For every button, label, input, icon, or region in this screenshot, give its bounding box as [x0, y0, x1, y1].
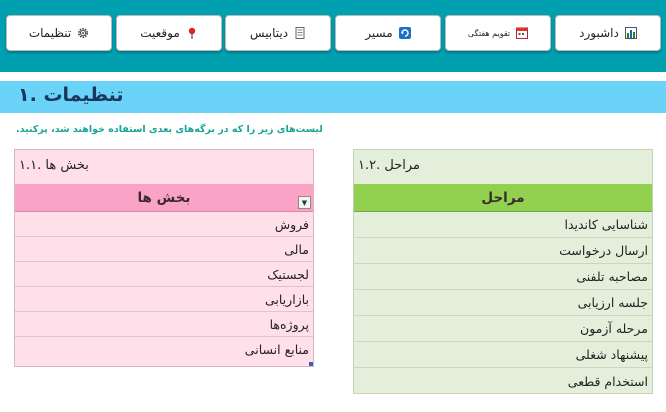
table-row[interactable]: مالی [15, 237, 313, 262]
dashboard-button[interactable]: داشبورد [555, 15, 661, 51]
departments-panel: بخش ها .۱.۱ بخش ها ▼ فروش مالی لجستیک با… [14, 149, 314, 367]
chevron-down-icon: ▼ [301, 198, 308, 207]
table-row[interactable]: استخدام قطعی [354, 368, 652, 394]
gear-icon [78, 28, 89, 38]
departments-column-header[interactable]: بخش ها ▼ [15, 184, 313, 212]
table-row[interactable]: فروش [15, 212, 313, 237]
table-row[interactable]: لجستیک [15, 262, 313, 287]
database-label: دیتابیس [249, 26, 289, 40]
table-row[interactable]: پروژه‌ها [15, 312, 313, 337]
table-row[interactable]: شناسایی کاندیدا [354, 212, 652, 238]
location-label: موقعیت [140, 26, 180, 40]
bar-chart-icon [624, 27, 637, 39]
table-row[interactable]: مرحله آزمون [354, 316, 652, 342]
table-row[interactable]: پیشنهاد شغلی [354, 342, 652, 368]
route-label: مسیر [365, 26, 393, 40]
page-title: تنظیمات .۱ [18, 84, 124, 106]
stages-panel: مراحل .۱.۲ مراحل شناسایی کاندیدا ارسال د… [353, 149, 653, 394]
top-toolbar: داشبورد تقویم هفتگی مسیر دیتابیس موقعیت … [0, 0, 666, 72]
page-subtitle: لیست‌های زیر را که در برگه‌های بعدی استف… [16, 124, 323, 135]
route-button[interactable]: مسیر [335, 15, 441, 51]
departments-caption: بخش ها .۱.۱ [19, 158, 89, 173]
table-row[interactable]: بازاریابی [15, 287, 313, 312]
settings-button[interactable]: تنظیمات [6, 15, 112, 51]
weekly-calendar-label: تقویم هفتگی [467, 28, 511, 38]
table-row[interactable]: منابع انسانی [15, 337, 313, 362]
stages-caption: مراحل .۱.۲ [358, 158, 421, 173]
calendar-icon [516, 27, 529, 39]
dashboard-label: داشبورد [579, 26, 619, 40]
refresh-icon [398, 27, 411, 39]
location-button[interactable]: موقعیت [116, 15, 222, 51]
settings-label: تنظیمات [28, 26, 72, 40]
database-button[interactable]: دیتابیس [225, 15, 331, 51]
table-resize-handle[interactable] [309, 362, 313, 366]
document-icon [295, 27, 305, 39]
table-row[interactable]: ارسال درخواست [354, 238, 652, 264]
stages-column-header[interactable]: مراحل [354, 184, 652, 212]
departments-header-label: بخش ها [137, 189, 191, 206]
pushpin-icon [188, 27, 195, 39]
table-row[interactable]: جلسه ارزیابی [354, 290, 652, 316]
weekly-calendar-button[interactable]: تقویم هفتگی [445, 15, 551, 51]
filter-dropdown-button[interactable]: ▼ [298, 196, 311, 209]
table-row[interactable]: مصاحبه تلفنی [354, 264, 652, 290]
stages-header-label: مراحل [481, 189, 525, 206]
departments-list: فروش مالی لجستیک بازاریابی پروژه‌ها مناب… [15, 212, 313, 362]
stages-list: شناسایی کاندیدا ارسال درخواست مصاحبه تلف… [354, 212, 652, 394]
